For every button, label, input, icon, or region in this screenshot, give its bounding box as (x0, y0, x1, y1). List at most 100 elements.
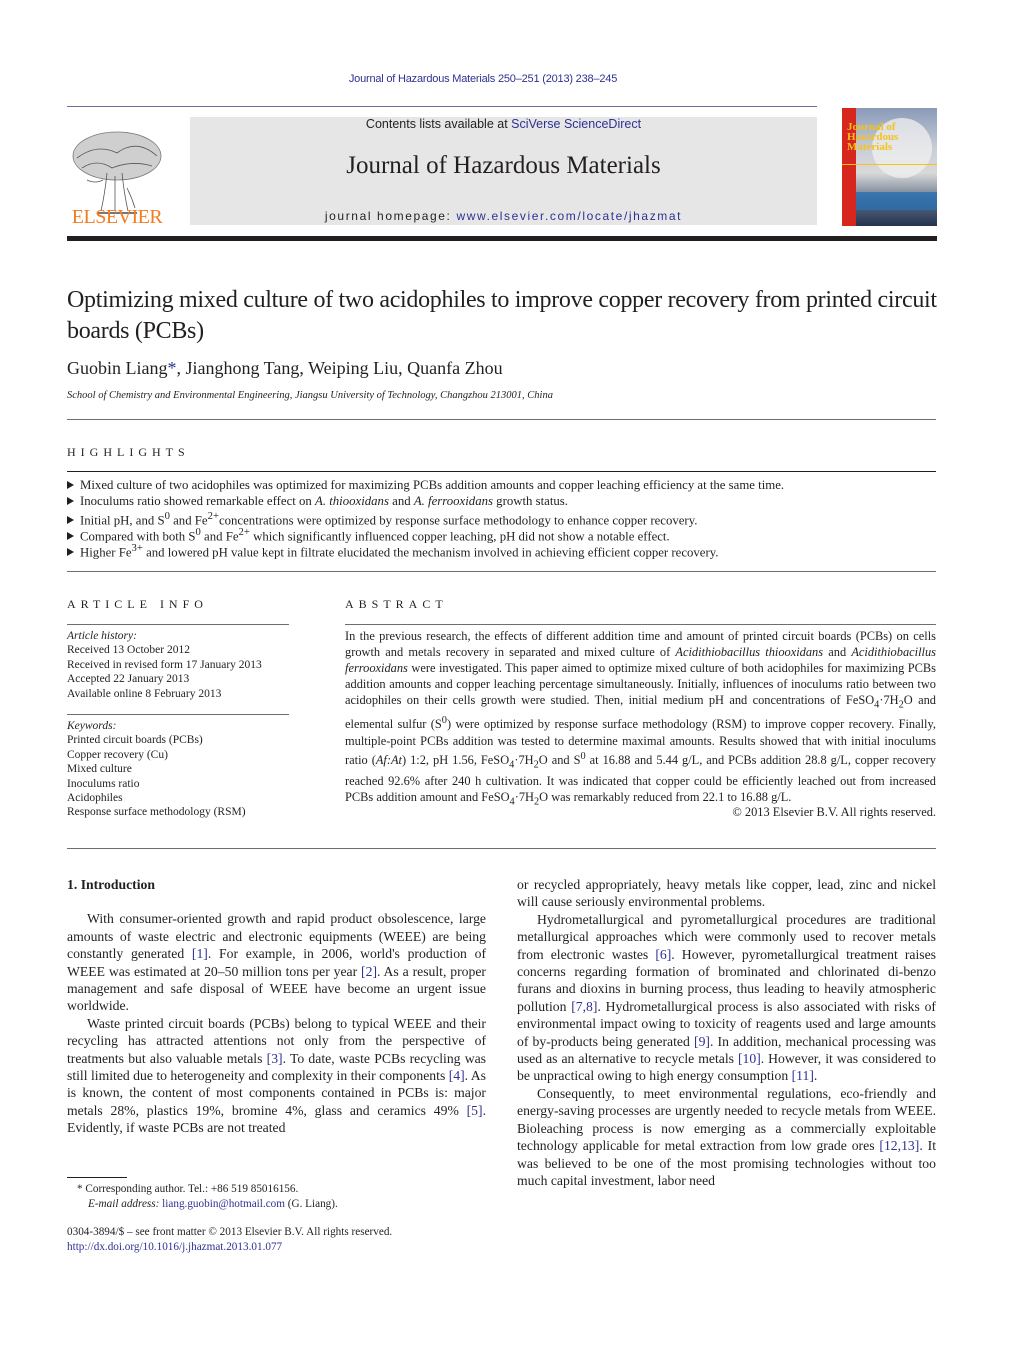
bullet-triangle-icon (67, 548, 74, 557)
corresponding-author-note: * Corresponding author. Tel.: +86 519 85… (77, 1183, 299, 1195)
homepage-prefix: journal homepage: (324, 209, 457, 223)
contents-availability-line: Contents lists available at SciVerse Sci… (190, 117, 817, 131)
citation-link[interactable]: [1] (192, 946, 208, 961)
bullet-triangle-icon (67, 481, 74, 489)
front-matter: 0304-3894/$ – see front matter © 2013 El… (67, 1225, 392, 1255)
highlight-item: Mixed culture of two acidophiles was opt… (67, 477, 947, 493)
keyword: Inoculums ratio (67, 777, 140, 790)
citation-link[interactable]: [6] (655, 947, 671, 962)
body-column-left: 1. Introduction With consumer-oriented g… (67, 876, 486, 1137)
highlights-heading: HIGHLIGHTS (67, 445, 190, 459)
author-name[interactable]: Guobin Liang (67, 358, 168, 378)
abstract-heading: ABSTRACT (345, 597, 448, 611)
species-name: A. thiooxidans (315, 494, 389, 508)
journal-cover-image: Journal of Hazardous Materials (842, 108, 937, 226)
journal-reference-link[interactable]: Journal of Hazardous Materials 250–251 (… (0, 73, 966, 85)
bullet-triangle-icon (67, 532, 74, 541)
keyword: Copper recovery (Cu) (67, 748, 168, 761)
divider (67, 714, 289, 715)
divider (67, 471, 936, 472)
highlights-list: Mixed culture of two acidophiles was opt… (67, 477, 947, 560)
elsevier-wordmark: ELSEVIER (71, 206, 163, 228)
citation-link[interactable]: [12,13] (879, 1138, 919, 1153)
journal-homepage-link[interactable]: www.elsevier.com/locate/jhazmat (456, 209, 682, 223)
journal-masthead: Contents lists available at SciVerse Sci… (190, 117, 817, 225)
keyword: Printed circuit boards (PCBs) (67, 734, 203, 747)
divider (345, 624, 936, 625)
paragraph: or recycled appropriately, heavy metals … (517, 877, 936, 910)
highlight-item: Initial pH, and S0 and Fe2+concentration… (67, 509, 947, 527)
history-item: Received 13 October 2012 (67, 644, 190, 657)
abstract-text: In the previous research, the effects of… (345, 629, 936, 808)
superscript: 2+ (238, 527, 250, 538)
history-item: Received in revised form 17 January 2013 (67, 658, 262, 671)
paragraph: Hydrometallurgical and pyrometallurgical… (517, 911, 937, 1084)
journal-homepage-line: journal homepage: www.elsevier.com/locat… (190, 209, 817, 223)
species-name: A. ferrooxidans (413, 494, 493, 508)
divider (67, 848, 936, 849)
highlight-text: and (388, 494, 414, 508)
history-item: Available online 8 February 2013 (67, 687, 222, 700)
highlight-text: Inoculums ratio showed remarkable effect… (80, 494, 315, 508)
keyword: Response surface methodology (RSM) (67, 806, 246, 819)
sciencedirect-link[interactable]: SciVerse ScienceDirect (511, 117, 641, 131)
citation-link[interactable]: [3] (267, 1051, 283, 1066)
highlight-text: Higher Fe (80, 545, 132, 560)
paragraph: Consequently, to meet environmental regu… (517, 1085, 936, 1188)
issn-line: 0304-3894/$ – see front matter © 2013 El… (67, 1226, 393, 1238)
highlight-item: Compared with both S0 and Fe2+ which sig… (67, 525, 947, 543)
corresponding-author-marker[interactable]: * (168, 358, 177, 378)
cover-factory-shape (856, 192, 937, 210)
email-suffix: (G. Liang). (284, 1198, 338, 1210)
highlight-item: Inoculums ratio showed remarkable effect… (67, 493, 947, 509)
footnote-rule (67, 1177, 127, 1178)
article-info-heading: ARTICLE INFO (67, 597, 208, 611)
superscript: 3+ (131, 543, 143, 554)
divider (67, 624, 289, 625)
article-title: Optimizing mixed culture of two acidophi… (67, 287, 937, 344)
doi-link[interactable]: http://dx.doi.org/10.1016/j.jhazmat.2013… (67, 1241, 282, 1253)
author-affiliation: School of Chemistry and Environmental En… (67, 390, 553, 401)
keywords-label: Keywords: (67, 720, 117, 732)
citation-link[interactable]: [9] (694, 1034, 710, 1049)
keywords: Keywords: Printed circuit boards (PCBs) … (67, 719, 246, 820)
citation-link[interactable]: [2] (361, 964, 377, 979)
divider (67, 419, 936, 420)
keyword: Acidophiles (67, 792, 123, 805)
abstract-copyright: © 2013 Elsevier B.V. All rights reserved… (732, 805, 936, 819)
section-heading: 1. Introduction (67, 877, 155, 892)
superscript: 2+ (207, 511, 219, 522)
email-note: E-mail address: liang.guobin@hotmail.com… (67, 1197, 338, 1212)
citation-link[interactable]: [7,8] (571, 999, 597, 1014)
email-label: E-mail address: (88, 1198, 163, 1210)
header-top-rule (67, 106, 817, 107)
citation-link[interactable]: [11] (792, 1068, 814, 1083)
email-link[interactable]: liang.guobin@hotmail.com (162, 1198, 285, 1210)
header-thick-rule (67, 236, 937, 241)
cover-title: Journal of Hazardous Materials (847, 121, 899, 153)
bullet-triangle-icon (67, 497, 74, 505)
contents-prefix: Contents lists available at (365, 117, 512, 131)
body-column-right: or recycled appropriately, heavy metals … (517, 876, 936, 1189)
highlight-text: growth status. (492, 494, 568, 508)
bullet-triangle-icon (67, 516, 74, 525)
species-name: Acidithiobacillus thiooxidans (675, 645, 824, 659)
author-name[interactable]: Quanfa Zhou (407, 358, 502, 378)
paragraph: Waste printed circuit boards (PCBs) belo… (67, 1015, 487, 1136)
article-history: Article history: Received 13 October 201… (67, 629, 262, 701)
history-label: Article history: (67, 630, 137, 642)
paragraph: With consumer-oriented growth and rapid … (67, 911, 486, 1014)
history-item: Accepted 22 January 2013 (67, 673, 190, 686)
divider (67, 571, 936, 572)
highlight-item: Higher Fe3+ and lowered pH value kept in… (67, 541, 947, 560)
author-name[interactable]: Weiping Liu (308, 358, 398, 378)
highlight-text: and lowered pH value kept in filtrate el… (142, 545, 719, 560)
citation-link[interactable]: [4] (449, 1068, 465, 1083)
keyword: Mixed culture (67, 763, 132, 776)
footnotes: * Corresponding author. Tel.: +86 519 85… (67, 1182, 338, 1212)
journal-title: Journal of Hazardous Materials (346, 152, 661, 179)
cover-yellow-band (842, 164, 937, 165)
author-name[interactable]: Jianghong Tang (186, 358, 300, 378)
citation-link[interactable]: [5] (467, 1103, 483, 1118)
citation-link[interactable]: [10] (738, 1051, 761, 1066)
